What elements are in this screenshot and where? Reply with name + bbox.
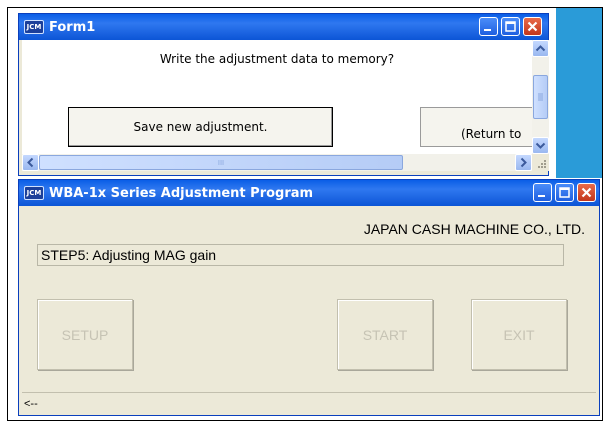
status-bar: <-- — [22, 392, 596, 413]
maximize-icon — [505, 21, 516, 32]
resize-grip[interactable] — [532, 154, 549, 171]
chevron-up-icon — [535, 45, 546, 52]
main-titlebar[interactable]: JCM WBA-1x Series Adjustment Program — [19, 180, 599, 206]
horizontal-scrollbar[interactable]: III — [22, 154, 532, 171]
chevron-down-icon — [535, 142, 546, 149]
company-name-label: JAPAN CASH MACHINE CO., LTD. — [363, 221, 585, 237]
jcm-app-icon[interactable]: JCM — [24, 20, 44, 34]
prompt-label: Write the adjustment data to memory? — [159, 52, 395, 66]
form1-window: JCM Form1 Write the adjustment data to m… — [18, 13, 549, 176]
vertical-scrollbar[interactable] — [532, 40, 549, 154]
main-window: JCM WBA-1x Series Adjustment Program JAP… — [18, 179, 600, 416]
chevron-right-icon — [520, 157, 527, 168]
scroll-down-button[interactable] — [532, 137, 549, 154]
maximize-button[interactable] — [555, 183, 574, 202]
chevron-left-icon — [27, 157, 34, 168]
minimize-button[interactable] — [533, 183, 552, 202]
close-button[interactable] — [577, 183, 596, 202]
minimize-icon — [484, 29, 491, 31]
desktop-background — [556, 8, 602, 178]
close-button[interactable] — [523, 17, 542, 36]
grip-icon — [538, 93, 543, 101]
form1-titlebar[interactable]: JCM Form1 — [19, 14, 548, 40]
save-adjustment-button[interactable]: Save new adjustment. — [68, 107, 333, 147]
close-icon — [527, 21, 538, 32]
start-button[interactable]: START — [337, 299, 433, 370]
vertical-scroll-thumb[interactable] — [533, 75, 548, 119]
scroll-right-button[interactable] — [515, 154, 532, 171]
scroll-up-button[interactable] — [532, 40, 549, 57]
form1-title: Form1 — [49, 19, 96, 35]
step-status-field: STEP5: Adjusting MAG gain — [37, 244, 564, 266]
scroll-left-button[interactable] — [22, 154, 39, 171]
return-button[interactable]: (Return to — [420, 107, 532, 147]
form1-client-area: Write the adjustment data to memory? Sav… — [22, 40, 532, 154]
minimize-button[interactable] — [479, 17, 498, 36]
exit-button[interactable]: EXIT — [471, 299, 567, 370]
horizontal-scroll-thumb[interactable]: III — [39, 155, 403, 170]
minimize-icon — [538, 195, 545, 197]
close-icon — [581, 187, 592, 198]
maximize-button[interactable] — [501, 17, 520, 36]
setup-button[interactable]: SETUP — [37, 299, 133, 370]
resize-grip-icon — [538, 160, 546, 168]
jcm-app-icon[interactable]: JCM — [24, 186, 44, 200]
maximize-icon — [559, 187, 570, 198]
main-title: WBA-1x Series Adjustment Program — [49, 185, 314, 201]
